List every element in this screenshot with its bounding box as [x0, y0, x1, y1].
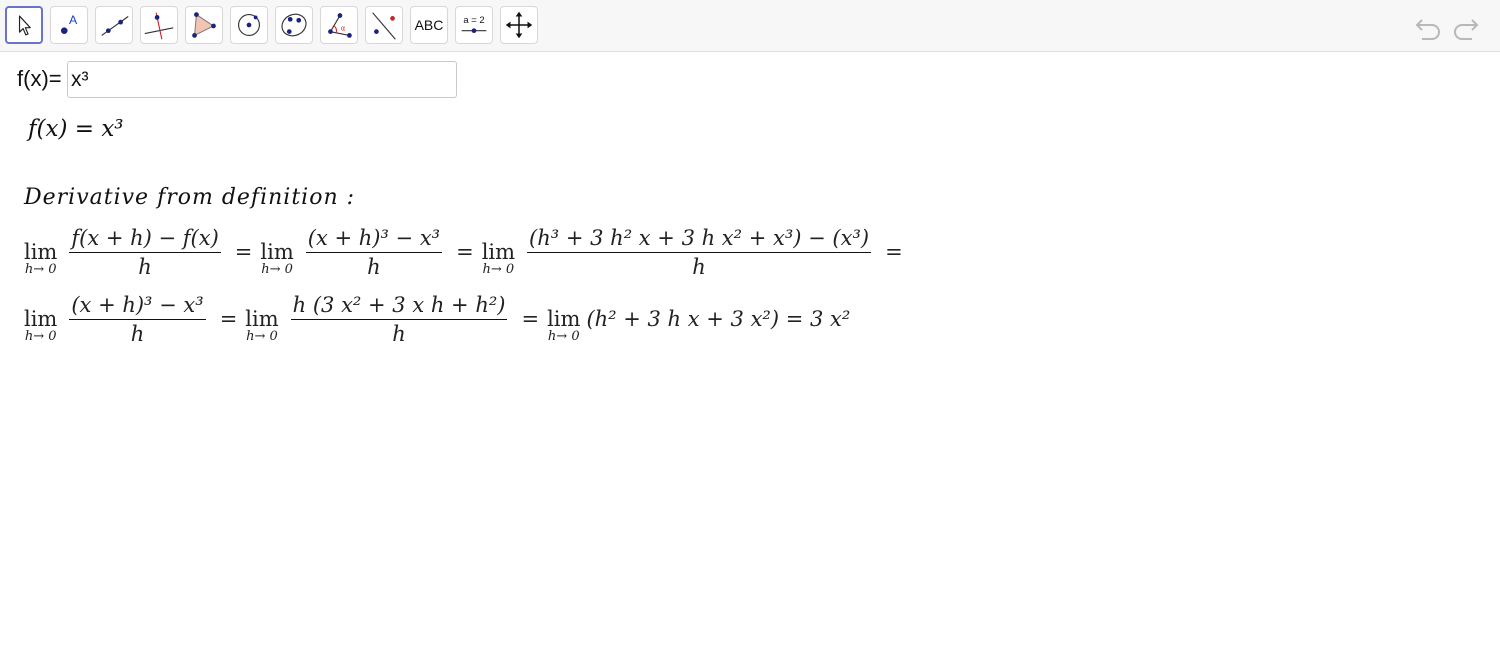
circle-tool-button[interactable]: [230, 6, 268, 44]
slider-tool-button[interactable]: a = 2: [455, 6, 493, 44]
text-tool-button[interactable]: ABC: [410, 6, 448, 44]
reflect-about-line-icon: [372, 12, 396, 40]
line-through-points-icon: [101, 16, 129, 36]
redo-icon: [1454, 19, 1479, 40]
limit-operator: lim h→ 0: [547, 307, 580, 344]
function-input-label: f(x)=: [17, 66, 62, 91]
derivative-result: (h² + 3 h x + 3 x²) = 3 x²: [586, 307, 851, 331]
cursor-arrow-icon: [18, 15, 31, 36]
move-graphics-view-button[interactable]: [500, 6, 538, 44]
equals-sign: =: [219, 307, 238, 331]
equals-sign: =: [885, 240, 903, 264]
difference-quotient: f(x + h) − f(x) h: [69, 224, 221, 281]
fraction-denominator: h: [367, 254, 381, 279]
fraction-numerator: (x + h)³ − x³: [305, 224, 443, 253]
undo-icon: [1415, 19, 1440, 40]
limit-label: lim: [24, 239, 58, 264]
limit-operator: lim h→ 0: [245, 307, 278, 344]
text-tool-label: ABC: [414, 17, 444, 33]
polygon-tool-button[interactable]: [185, 6, 223, 44]
function-input[interactable]: [67, 61, 457, 98]
fraction-numerator: h (3 x² + 3 x h + h²): [290, 291, 508, 320]
redo-button[interactable]: [1448, 10, 1482, 42]
limit-label: lim: [245, 306, 279, 331]
equals-sign: =: [521, 307, 540, 331]
limit-subscript: h→ 0: [246, 328, 278, 344]
derivative-row-1: lim h→ 0 f(x + h) − f(x) h = lim h→ 0 (x…: [24, 222, 911, 282]
fraction-numerator: (x + h)³ − x³: [69, 291, 206, 320]
limit-operator: lim h→ 0: [24, 240, 57, 277]
point-tool-button[interactable]: A: [50, 6, 88, 44]
reflect-tool-button[interactable]: [365, 6, 403, 44]
slider-icon: a = 2: [461, 15, 487, 34]
angle-tool-button[interactable]: α: [320, 6, 358, 44]
fraction-denominator: h: [392, 321, 406, 346]
expanded-quotient: (h³ + 3 h² x + 3 h x² + x³) − (x³) h: [527, 224, 872, 281]
fraction-numerator: f(x + h) − f(x): [69, 224, 221, 253]
perpendicular-line-tool-button[interactable]: [140, 6, 178, 44]
limit-subscript: h→ 0: [547, 328, 580, 344]
angle-icon: α: [328, 13, 352, 38]
limit-subscript: h→ 0: [24, 328, 57, 344]
line-tool-button[interactable]: [95, 6, 133, 44]
fraction-denominator: h: [692, 254, 706, 279]
svg-text:A: A: [69, 13, 78, 27]
limit-subscript: h→ 0: [261, 261, 293, 277]
limit-subscript: h→ 0: [482, 261, 515, 277]
fraction-denominator: h: [138, 254, 152, 279]
fraction-numerator: (h³ + 3 h² x + 3 h x² + x³) − (x³): [527, 224, 872, 253]
undo-button[interactable]: [1412, 10, 1446, 42]
limit-label: lim: [547, 306, 581, 331]
svg-text:α: α: [341, 25, 346, 33]
equals-sign: =: [234, 240, 253, 264]
move-tool-button[interactable]: [5, 6, 43, 44]
limit-subscript: h→ 0: [24, 261, 57, 277]
limit-label: lim: [260, 239, 294, 264]
conic-tool-button[interactable]: [275, 6, 313, 44]
limit-operator: lim h→ 0: [482, 240, 515, 277]
fraction-denominator: h: [130, 321, 145, 346]
move-cross-arrows-icon: [505, 11, 533, 39]
factored-quotient: h (3 x² + 3 x h + h²) h: [290, 291, 508, 348]
slider-tool-label: a = 2: [463, 15, 484, 26]
point-icon: A: [60, 13, 78, 34]
ellipse-icon: [281, 13, 307, 37]
circle-center-icon: [238, 14, 260, 36]
limit-operator: lim h→ 0: [24, 307, 57, 344]
limit-label: lim: [24, 306, 58, 331]
limit-operator: lim h→ 0: [260, 240, 293, 277]
derivative-heading: Derivative from definition :: [24, 185, 356, 210]
perpendicular-line-icon: [144, 12, 174, 40]
substituted-quotient: (x + h)³ − x³ h: [69, 291, 206, 348]
toolbar: A α ABC a = 2: [0, 0, 1500, 52]
function-display: f(x) = x³: [28, 116, 124, 142]
substituted-quotient: (x + h)³ − x³ h: [305, 224, 443, 281]
derivative-row-2: lim h→ 0 (x + h)³ − x³ h = lim h→ 0 h (3…: [24, 289, 850, 349]
polygon-icon: [192, 12, 216, 38]
limit-label: lim: [481, 239, 516, 264]
equals-sign: =: [456, 240, 474, 264]
